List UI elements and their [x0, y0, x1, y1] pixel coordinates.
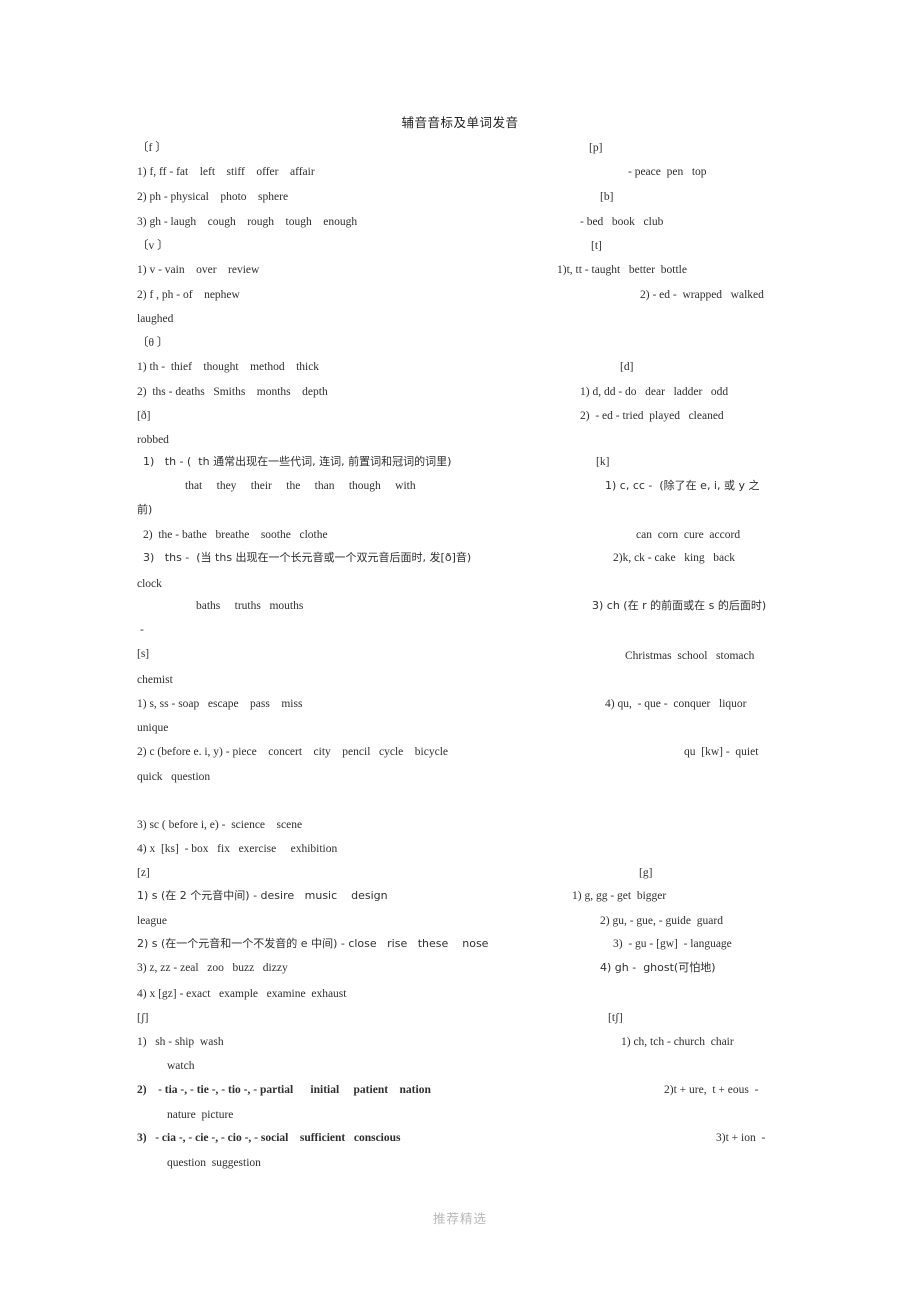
left-column-line: 1) v - vain over review: [137, 264, 260, 276]
left-column-line: 2) s (在一个元音和一个不发音的 e 中间) - close rise th…: [137, 937, 489, 950]
right-column-line: 2) - ed - wrapped walked: [640, 289, 764, 301]
right-column-line: - bed book club: [580, 216, 664, 228]
right-column-line: [p]: [589, 142, 603, 154]
left-column-line: 3) gh - laugh cough rough tough enough: [137, 216, 358, 228]
right-column-line: 3) - gu - [gw] - language: [613, 938, 732, 950]
right-column-line: 2) - ed - tried played cleaned: [580, 410, 724, 422]
left-column-line: 1) s (在 2 个元音中间) - desire music design: [137, 889, 388, 902]
right-column-line: [tʃ]: [608, 1012, 623, 1024]
page-title: 辅音音标及单词发音: [401, 115, 519, 130]
left-column-line: 〔v 〕: [137, 240, 169, 252]
right-column-line: 1) ch, tch - church chair: [621, 1036, 734, 1048]
left-column-line: baths truths mouths: [196, 600, 304, 612]
watermark: 推荐精选: [432, 1211, 487, 1226]
right-column-line: 4) qu, - que - conquer liquor: [605, 698, 747, 710]
right-column-line: 1) d, dd - do dear ladder odd: [580, 386, 729, 398]
right-column-line: 1) g, gg - get bigger: [572, 890, 667, 902]
right-column-line: 2)t + ure, t + eous -: [664, 1084, 759, 1096]
left-column-line: clock: [137, 578, 162, 590]
right-column-line: 3)t + ion -: [716, 1132, 766, 1144]
left-column-line: 2) c (before e. i, y) - piece concert ci…: [137, 746, 448, 758]
right-column-line: qu [kw] - quiet: [684, 746, 759, 758]
right-column-line: 2)k, ck - cake king back: [613, 552, 735, 564]
right-column-line: 3) ch (在 r 的前面或在 s 的后面时): [592, 599, 767, 612]
left-column-line: 4) x [gz] - exact example examine exhaus…: [137, 988, 347, 1000]
right-column-line: [k]: [596, 456, 610, 468]
left-column-line: unique: [137, 722, 169, 734]
left-column-line: -: [140, 624, 144, 636]
left-column-line: nature picture: [167, 1109, 234, 1121]
left-column-line: 2) ths - deaths Smiths months depth: [137, 386, 328, 398]
left-column-line: 3) ths - (当 ths 出现在一个长元音或一个双元音后面时, 发[ð]音…: [143, 551, 472, 564]
left-column-line: 4) x [ks] - box fix exercise exhibition: [137, 843, 338, 855]
left-column-line: league: [137, 915, 168, 927]
left-column-line: that they their the than though with: [185, 480, 416, 492]
left-column-line: 1) s, ss - soap escape pass miss: [137, 698, 303, 710]
right-column-line: Christmas school stomach: [625, 650, 755, 662]
left-column-line: 2) f , ph - of nephew: [137, 289, 240, 301]
left-column-line: 1) f, ff - fat left stiff offer affair: [137, 166, 315, 178]
left-column-line: 3) sc ( before i, e) - science scene: [137, 819, 303, 831]
left-column-line: 2) ph - physical photo sphere: [137, 191, 289, 203]
left-column-line: quick question: [137, 771, 211, 783]
right-column-line: can corn cure accord: [636, 529, 741, 541]
right-column-line: [t]: [591, 240, 602, 252]
left-column-line: robbed: [137, 434, 169, 446]
right-column-line: [d]: [620, 361, 634, 373]
left-column-line: laughed: [137, 313, 174, 325]
right-column-line: [b]: [600, 191, 614, 203]
left-column-line: 3) - cia -, - cie -, - cio -, - social s…: [137, 1132, 401, 1144]
right-column-line: - peace pen top: [628, 166, 707, 178]
left-column-line: 2) - tia -, - tie -, - tio -, - partial …: [137, 1084, 431, 1096]
right-column-line: 4) gh - ghost(可怕地): [600, 961, 716, 974]
left-column-line: 1) th - ( th 通常出现在一些代词, 连词, 前置词和冠词的词里): [143, 455, 452, 468]
left-column-line: 〔f 〕: [137, 142, 167, 154]
left-column-line: 1) sh - ship wash: [137, 1036, 224, 1048]
left-column-line: [s]: [137, 648, 150, 660]
left-column-line: [z]: [137, 867, 150, 879]
left-column-line: 3) z, zz - zeal zoo buzz dizzy: [137, 962, 288, 974]
right-column-line: [g]: [639, 867, 653, 879]
left-column-line: chemist: [137, 674, 173, 686]
document-page: 辅音音标及单词发音 〔f 〕 1) f, ff - fat left stiff …: [0, 0, 920, 1302]
right-column-line: 2) gu, - gue, - guide guard: [600, 915, 723, 927]
left-column-line: [ð]: [137, 410, 151, 422]
left-column-line: watch: [167, 1060, 195, 1072]
left-column-line: 2) the - bathe breathe soothe clothe: [143, 529, 328, 541]
left-column-line: 〔θ 〕: [137, 337, 169, 349]
left-column-line: question suggestion: [167, 1157, 261, 1169]
right-column-line: 1) c, cc - (除了在 e, i, 或 y 之: [605, 479, 760, 492]
left-column-line: 1) th - thief thought method thick: [137, 361, 320, 373]
right-column-line: 1)t, tt - taught better bottle: [557, 264, 687, 276]
left-column-line: 前): [137, 503, 153, 516]
left-column-line: [ʃ]: [137, 1012, 149, 1024]
